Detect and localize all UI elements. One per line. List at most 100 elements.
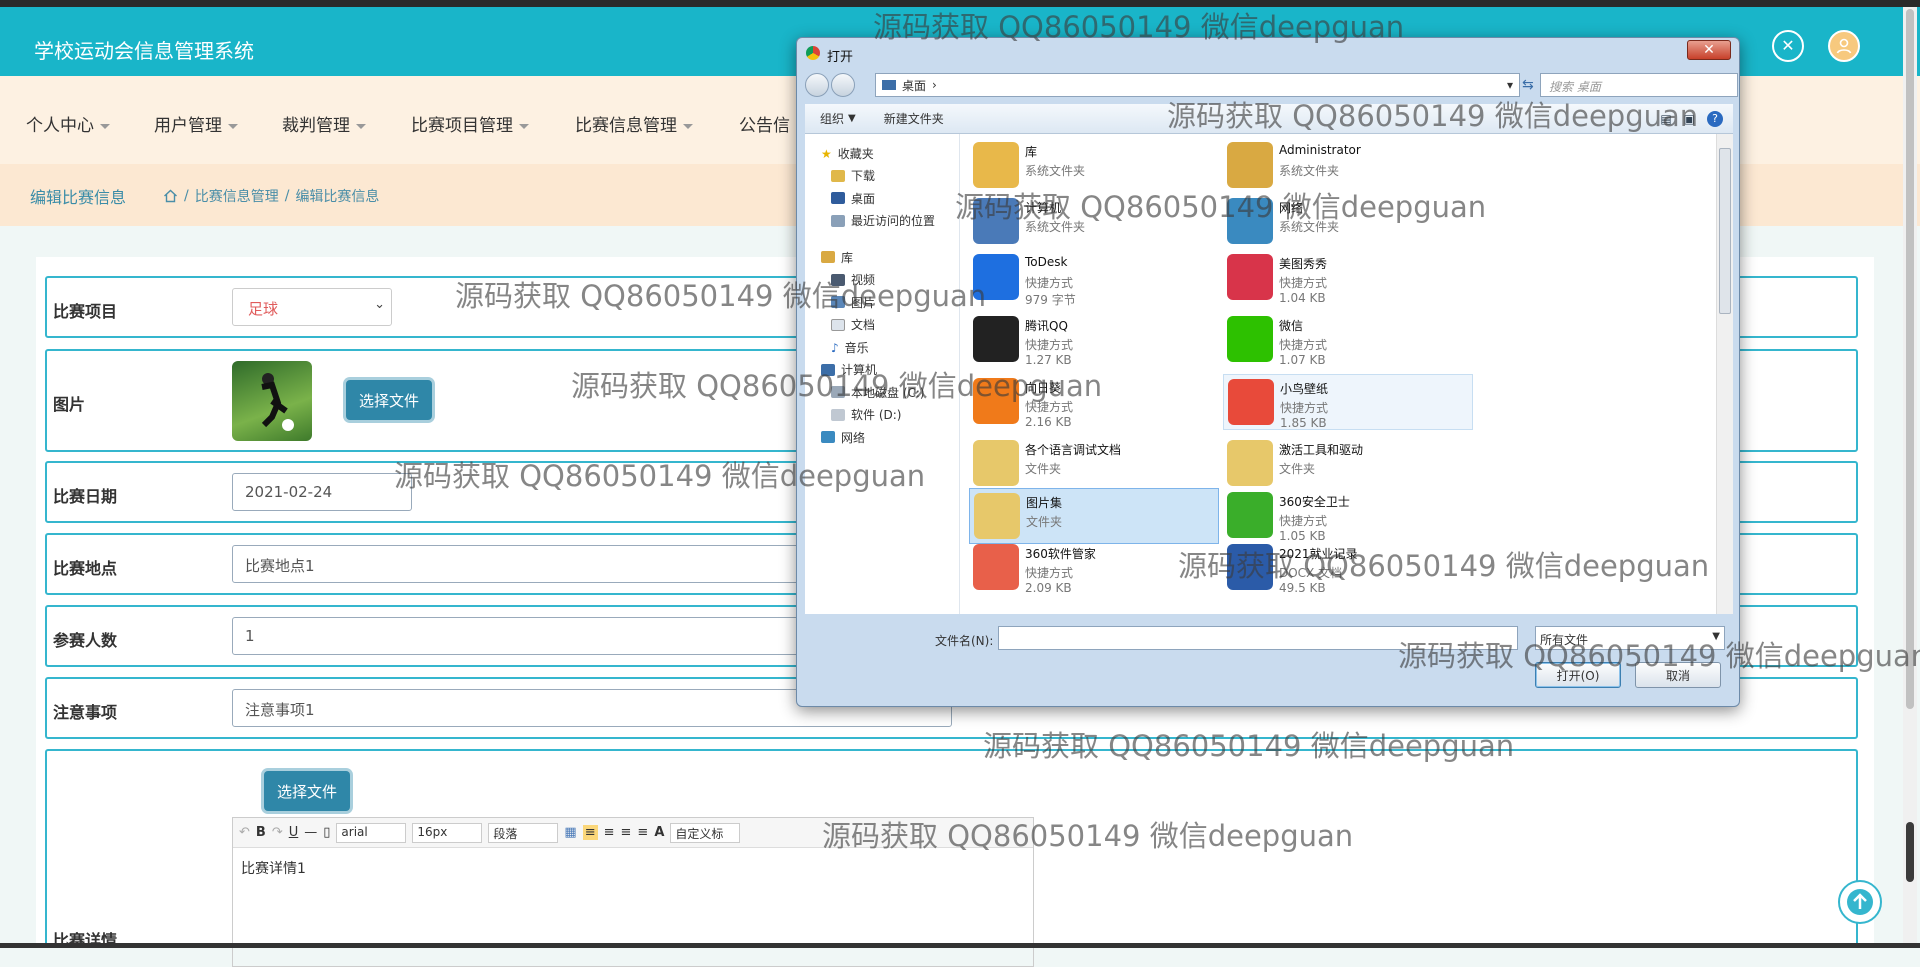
organize-button[interactable]: 组织 xyxy=(820,110,844,127)
tree-item-drive-c[interactable]: 本地磁盘 (C:) xyxy=(805,381,959,404)
chrome-icon xyxy=(806,46,820,60)
choose-details-file-button[interactable]: 选择文件 xyxy=(264,771,350,811)
preview-pane-icon[interactable]: ▣ xyxy=(1684,112,1695,126)
file-type: 系统文件夹 xyxy=(1025,220,1086,234)
font-family-select[interactable]: arial xyxy=(336,822,407,843)
scrollbar-thumb[interactable] xyxy=(1719,148,1731,314)
tree-item-network[interactable]: 网络 xyxy=(805,426,959,449)
tree-item-pictures[interactable]: 图片 xyxy=(805,291,959,314)
align-left-icon[interactable]: ≡ xyxy=(582,825,598,840)
underline-icon[interactable]: U xyxy=(289,825,299,840)
page-title: 编辑比赛信息 xyxy=(30,188,127,207)
paragraph-select[interactable]: 段落 xyxy=(488,822,559,843)
cancel-button[interactable]: 取消 xyxy=(1635,662,1721,688)
file-icon xyxy=(1227,316,1273,362)
nav-label: 比赛项目管理 xyxy=(411,116,513,136)
tree-item-computer[interactable]: 计算机 xyxy=(805,359,959,382)
file-item[interactable]: 360安全卫士 快捷方式 1.05 KB xyxy=(1223,488,1473,544)
file-size: 1.07 KB xyxy=(1279,353,1326,367)
tree-item-downloads[interactable]: 下载 xyxy=(805,165,959,188)
user-avatar-button[interactable] xyxy=(1828,30,1860,62)
filename-input[interactable] xyxy=(998,626,1518,650)
scrollbar-thumb[interactable] xyxy=(1906,9,1914,709)
recent-places-icon xyxy=(831,214,845,227)
file-item[interactable]: 库系统文件夹 xyxy=(969,138,1219,194)
table-icon[interactable]: ▦ xyxy=(564,825,576,840)
file-type-select[interactable]: 所有文件 ▼ xyxy=(1535,626,1725,650)
back-button[interactable] xyxy=(805,73,829,97)
forward-button[interactable] xyxy=(831,73,855,97)
file-item[interactable]: 小鸟壁纸 快捷方式 1.85 KB xyxy=(1223,374,1473,430)
library-icon xyxy=(821,251,835,264)
tree-item-music[interactable]: ♪ 音乐 xyxy=(805,336,959,359)
file-item[interactable]: ToDesk 快捷方式 979 字节 xyxy=(969,250,1219,307)
nav-item-notice[interactable]: 公告信 xyxy=(739,111,790,136)
chevron-down-icon[interactable]: ▾ xyxy=(1507,78,1513,92)
file-item[interactable]: 腾讯QQ 快捷方式 1.27 KB xyxy=(969,312,1219,368)
tree-item-desktop[interactable]: 桌面 xyxy=(805,187,959,210)
page-icon[interactable]: ▯ xyxy=(323,825,330,840)
refresh-icon[interactable]: ⇆ xyxy=(1522,77,1534,93)
undo-icon[interactable]: ↶ xyxy=(239,825,250,840)
file-item[interactable]: 2021就业记录 DOCX 文档 49.5 KB xyxy=(1223,540,1473,596)
tree-item-videos[interactable]: 视频 xyxy=(805,269,959,292)
file-list-scrollbar[interactable] xyxy=(1716,134,1733,614)
nav-item-match-info[interactable]: 比赛信息管理 xyxy=(575,111,693,136)
fullscreen-close-button[interactable]: ✕ xyxy=(1772,30,1804,62)
font-color-icon[interactable]: A xyxy=(654,825,664,840)
tree-item-library[interactable]: 库 xyxy=(805,246,959,269)
file-item[interactable]: Administrator 系统文件夹 xyxy=(1223,138,1473,194)
dialog-title: 打开 xyxy=(827,50,854,65)
file-type: 文件夹 xyxy=(1025,462,1062,476)
file-item[interactable]: 各个语言调试文档 文件夹 xyxy=(969,436,1219,492)
editor-content[interactable]: 比赛详情1 xyxy=(233,848,1033,888)
file-item[interactable]: 激活工具和驱动 文件夹 xyxy=(1223,436,1473,492)
file-item[interactable]: 360软件管家 快捷方式 2.09 KB xyxy=(969,540,1219,596)
back-to-top-button[interactable] xyxy=(1838,880,1882,924)
file-item[interactable]: 向日葵 快捷方式 2.16 KB xyxy=(969,374,1219,430)
project-select[interactable]: 足球 ⌄ xyxy=(232,288,392,326)
address-bar[interactable]: 桌面 › ▾ xyxy=(875,73,1520,97)
tree-label: 最近访问的位置 xyxy=(851,214,936,229)
new-folder-button[interactable]: 新建文件夹 xyxy=(884,110,944,127)
view-options-icon[interactable]: ▤ xyxy=(1660,112,1671,126)
tree-item-drive-d[interactable]: 软件 (D:) xyxy=(805,404,959,427)
open-button[interactable]: 打开(O) xyxy=(1535,662,1621,688)
nav-item-personal[interactable]: 个人中心 xyxy=(26,111,110,136)
file-item[interactable]: 计算机 系统文件夹 xyxy=(969,194,1219,250)
align-center-icon[interactable]: ≡ xyxy=(604,825,615,840)
tree-item-favorites[interactable]: ★ 收藏夹 xyxy=(805,142,959,165)
nav-item-projects[interactable]: 比赛项目管理 xyxy=(411,111,529,136)
breadcrumb-item[interactable]: 比赛信息管理 xyxy=(195,186,279,206)
nav-item-referees[interactable]: 裁判管理 xyxy=(282,111,366,136)
file-size: 2.16 KB xyxy=(1025,415,1072,429)
file-item[interactable]: 微信 快捷方式 1.07 KB xyxy=(1223,312,1473,368)
date-input[interactable]: 2021-02-24 xyxy=(232,473,412,511)
font-size-select[interactable]: 16px xyxy=(412,822,483,843)
scrollbar-thumb-secondary[interactable] xyxy=(1906,822,1914,882)
nav-item-users[interactable]: 用户管理 xyxy=(154,111,238,136)
align-right-icon[interactable]: ≡ xyxy=(621,825,632,840)
dialog-close-button[interactable]: ✕ xyxy=(1687,40,1731,60)
picture-icon xyxy=(831,296,845,309)
file-icon xyxy=(973,544,1019,590)
chevron-down-icon xyxy=(519,123,529,129)
file-item[interactable]: 美图秀秀 快捷方式 1.04 KB xyxy=(1223,250,1473,306)
file-item[interactable]: 网络 系统文件夹 xyxy=(1223,194,1473,250)
bold-icon[interactable]: B xyxy=(256,825,266,840)
drive-icon xyxy=(831,408,845,421)
custom-title-select[interactable]: 自定义标 xyxy=(670,822,741,843)
redo-icon[interactable]: ↷ xyxy=(272,825,283,840)
help-icon[interactable]: ? xyxy=(1707,110,1723,127)
tree-label: 音乐 xyxy=(844,340,869,355)
search-input[interactable]: 搜索 桌面 xyxy=(1540,73,1738,97)
home-icon[interactable] xyxy=(163,189,178,203)
network-icon xyxy=(821,431,835,444)
file-item[interactable]: 图片集 文件夹 xyxy=(969,488,1219,544)
horizontal-rule-icon[interactable]: — xyxy=(304,825,317,840)
tree-item-documents[interactable]: 文档 xyxy=(805,314,959,337)
tree-item-recent[interactable]: 最近访问的位置 xyxy=(805,210,959,233)
choose-image-file-button[interactable]: 选择文件 xyxy=(346,380,432,420)
align-justify-icon[interactable]: ≡ xyxy=(637,825,648,840)
page-scrollbar[interactable] xyxy=(1903,7,1917,948)
